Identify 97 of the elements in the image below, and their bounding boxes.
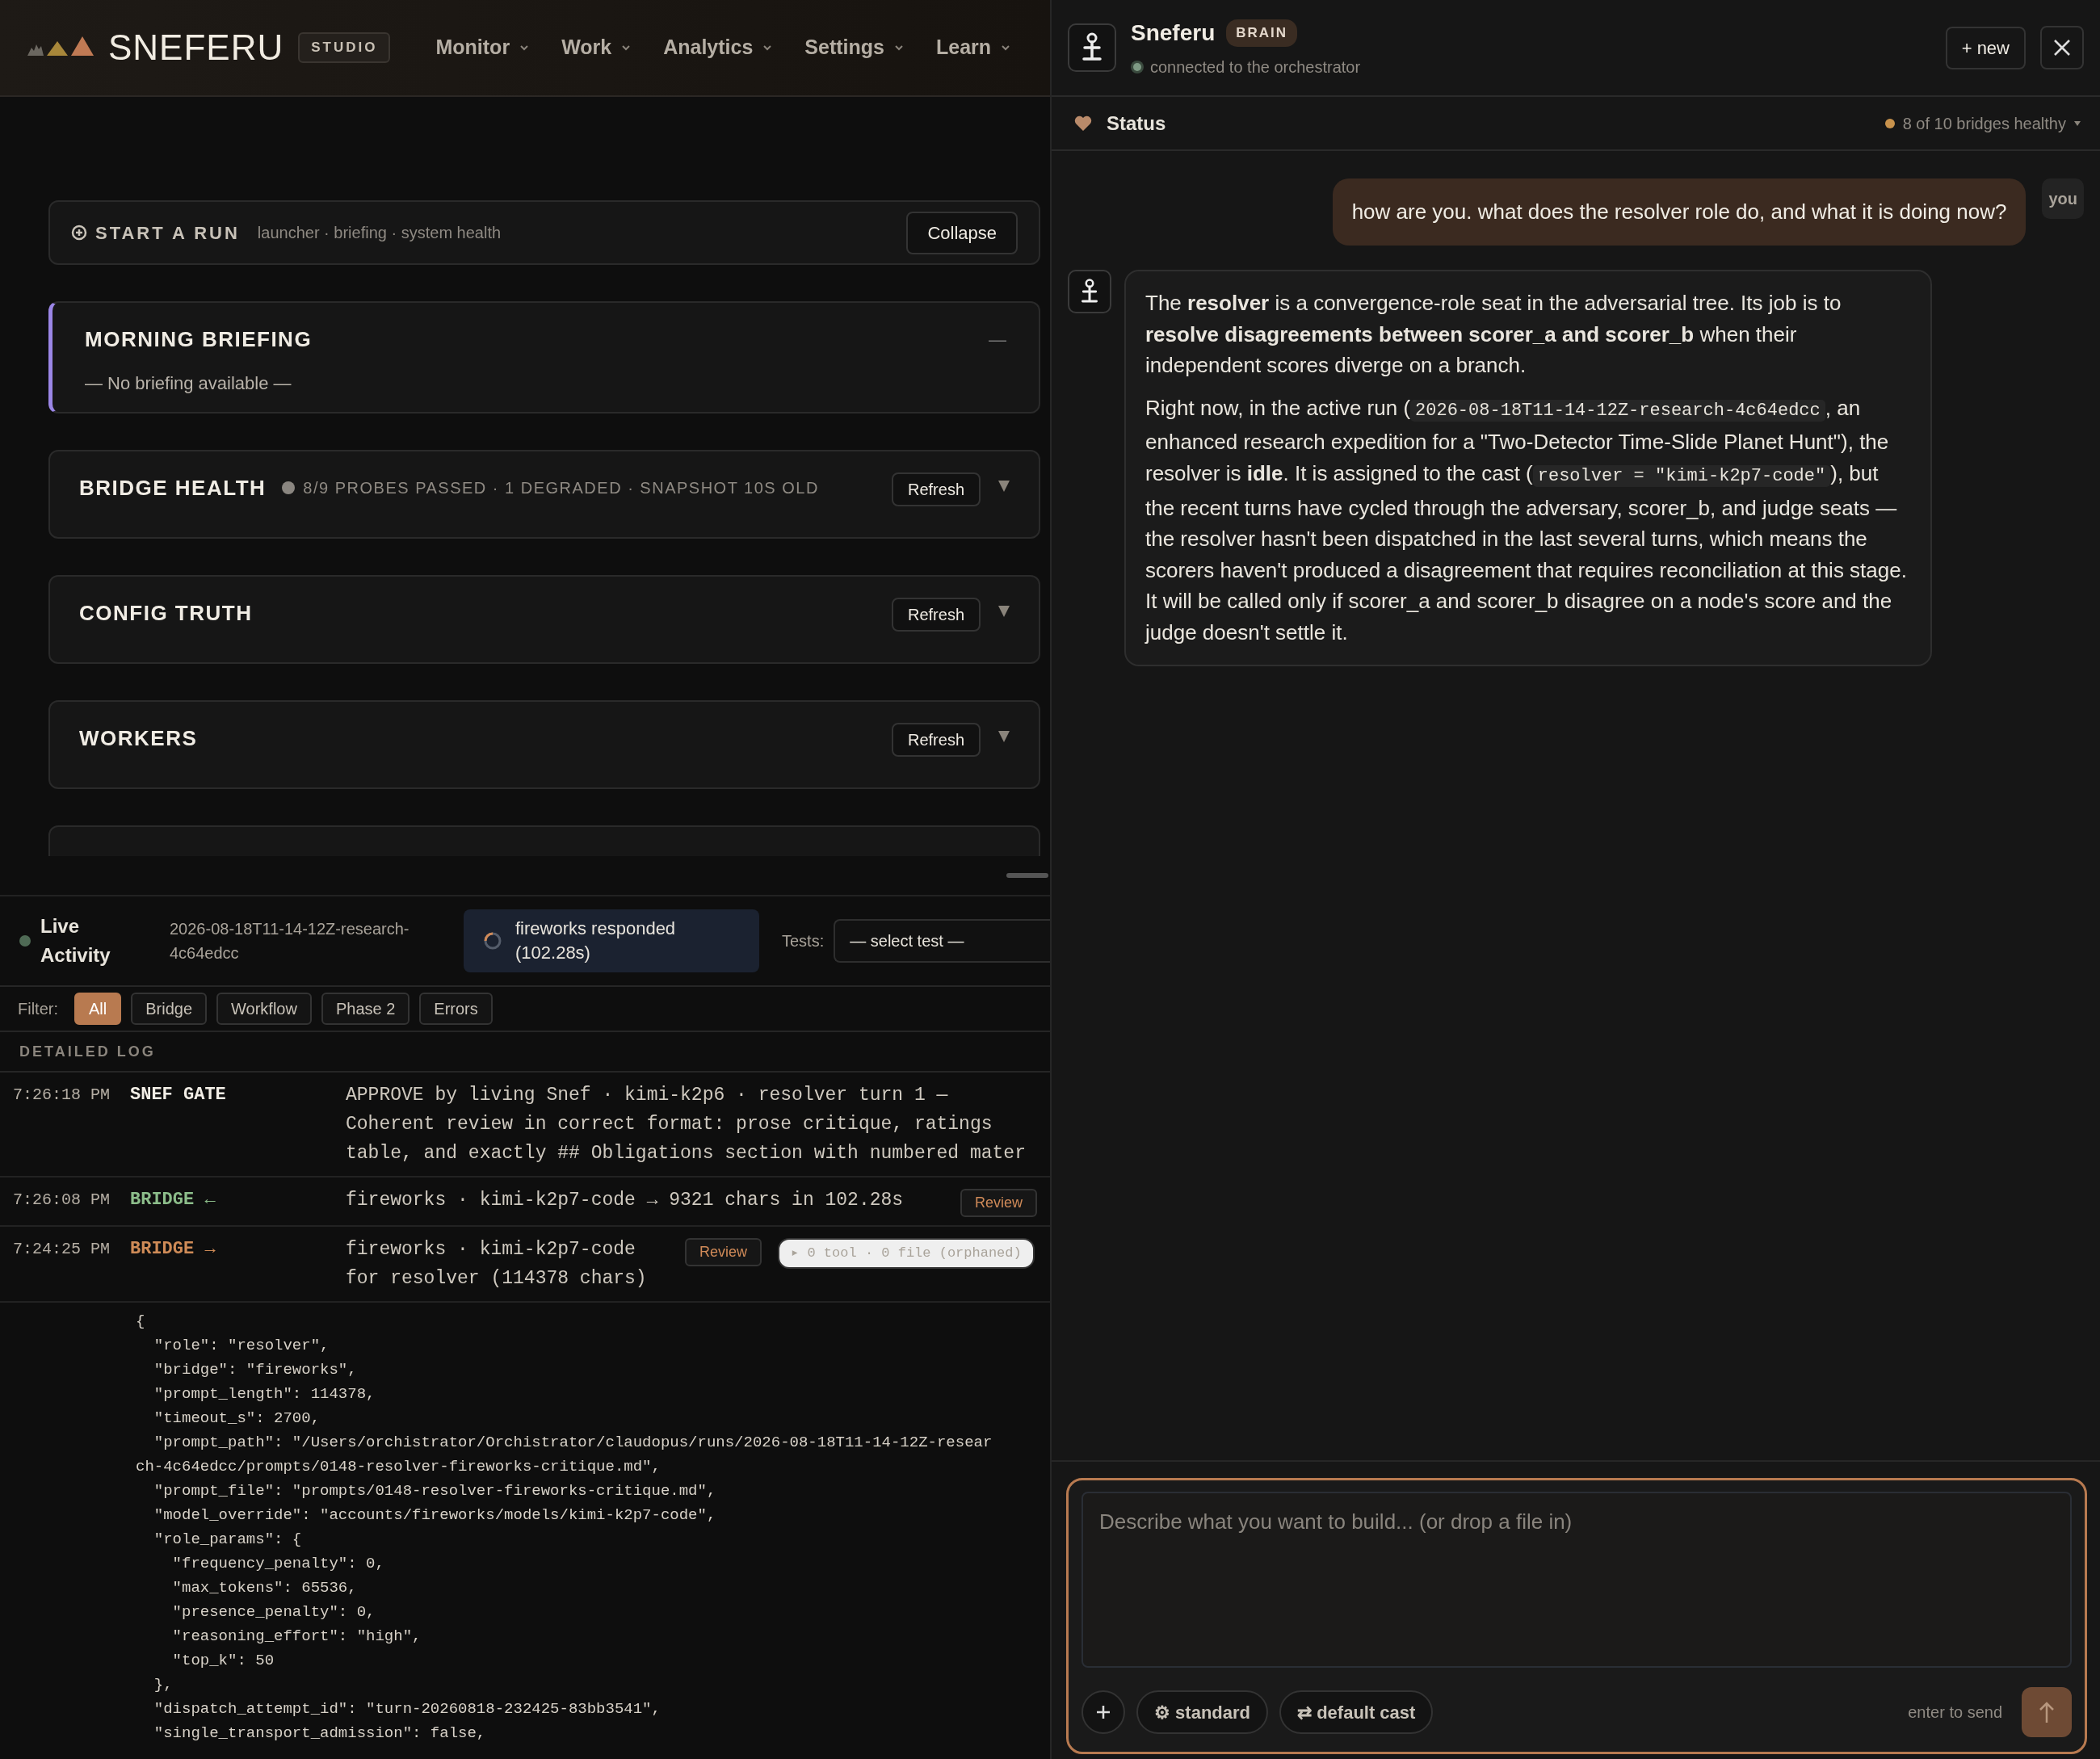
- json-line: "single_transport_admission": false,: [153, 1723, 487, 1744]
- attach-button[interactable]: [1082, 1690, 1125, 1734]
- nav-menu[interactable]: Work: [561, 32, 632, 63]
- json-line: "timeout_s": 2700,: [153, 1408, 321, 1429]
- test-select[interactable]: — select test —: [834, 919, 1050, 963]
- status-label: Status: [1107, 111, 1166, 136]
- plus-circle-icon: [71, 225, 87, 241]
- chevron-down-icon: [519, 44, 530, 51]
- refresh-button[interactable]: Refresh: [891, 598, 981, 632]
- chevron-down-icon: [762, 44, 773, 51]
- refresh-button[interactable]: Refresh: [891, 723, 981, 757]
- assistant-name: Sneferu: [1131, 19, 1216, 47]
- log-message: APPROVE by living Snef · kimi-k2p6 · resolver turn 1 — Coherent review in correct format: prose critique, ratings table, and exactly ## Obligations section with numbered mater: [346, 1084, 1027, 1165]
- chevron-down-icon: [894, 44, 904, 51]
- json-line: "role_params": {: [153, 1530, 303, 1550]
- panel-title: MORNING BRIEFING: [85, 326, 313, 353]
- log-message: fireworks · kimi-k2p7-code → 9321 chars in 102.28s: [346, 1189, 904, 1212]
- launcher-title: START A RUN: [95, 221, 240, 245]
- message-paragraph: The resolver is a convergence-role seat in the adversarial tree. Its job is to resolve disagreements between scorer_a and scorer_b when their independent scores diverge on a branch.: [1145, 290, 1842, 380]
- spinner-icon: [483, 931, 502, 951]
- nav-menu[interactable]: Monitor: [435, 32, 530, 63]
- json-line: "presence_penalty": 0,: [171, 1602, 376, 1623]
- json-line: "max_tokens": 65536,: [171, 1578, 358, 1598]
- json-line: {: [136, 1312, 146, 1332]
- log-time: 7:26:08 PM: [13, 1190, 111, 1211]
- refresh-button[interactable]: Refresh: [891, 472, 981, 506]
- launcher-subtitle: launcher · briefing · system health: [257, 223, 502, 243]
- new-chat-button[interactable]: + new: [1945, 26, 2026, 69]
- panel-title: BRIDGE HEALTH: [79, 475, 267, 502]
- filter-chip[interactable]: Errors: [419, 993, 493, 1025]
- connection-status: connected to the orchestrator: [1150, 57, 1361, 78]
- caret-icon: [998, 606, 1010, 617]
- close-button[interactable]: [2040, 26, 2084, 69]
- json-line: },: [153, 1675, 174, 1695]
- collapse-toggle[interactable]: —: [989, 326, 1006, 353]
- filter-label: Filter:: [18, 999, 58, 1019]
- json-line: "model_override": "accounts/fireworks/models/kimi-k2p7-code",: [153, 1505, 717, 1526]
- message-input[interactable]: Describe what you want to build... (or drop a file in): [1082, 1492, 2072, 1668]
- briefing-text: — No briefing available —: [85, 372, 292, 395]
- caret-icon: [998, 731, 1010, 742]
- message-paragraph: Right now, in the active run ( 2026-08-18T11-14-12Z-research-4c64edcc , an enhanced research expedition for a "Two-Detector Time-Slide Planet Hunt"), the resolver is idle. It is assigned to the cast ( resolver = "kimi-k2p7-code" ), but the recent turns have cycled through the adversary, scorer_b, and judge seats — the resolver hasn't been dispatched in the last several turns, which means the scorers haven't produced a disagreement that requires reconciliation at this stage. It will be called only if scorer_a and scorer_b disagree on a node's score and the judge doesn't settle it.: [1145, 394, 1908, 646]
- tests-label: Tests:: [782, 931, 825, 951]
- live-dot-icon: [19, 935, 31, 947]
- caret-icon: [2074, 120, 2081, 126]
- send-button[interactable]: [2022, 1687, 2072, 1737]
- probe-summary: 8/9 PROBES PASSED · 1 DEGRADED · SNAPSHOT 10S OLD: [303, 478, 819, 498]
- json-line: "reasoning_effort": "high",: [171, 1627, 422, 1647]
- log-heading: DETAILED LOG: [0, 1032, 1050, 1073]
- health-dot-icon: [1884, 118, 1895, 128]
- filter-chip[interactable]: Workflow: [216, 993, 312, 1025]
- json-line: "prompt_path": "/Users/orchistrator/Orchistrator/claudopus/runs/2026-08-18T11-14-12Z-resear: [153, 1433, 993, 1453]
- studio-badge: STUDIO: [298, 32, 391, 63]
- filter-chip[interactable]: Bridge: [131, 993, 208, 1025]
- status-text: fireworks responded (102.28s): [515, 917, 677, 964]
- log-message: fireworks · kimi-k2p7-code for resolver (114378 chars): [346, 1238, 648, 1291]
- log-source: BRIDGE →: [130, 1238, 216, 1261]
- chevron-down-icon: [621, 44, 632, 51]
- nav-menu[interactable]: Learn: [936, 32, 1011, 63]
- json-line: "prompt_length": 114378,: [153, 1384, 376, 1404]
- chevron-down-icon: [1001, 44, 1011, 51]
- filter-chip[interactable]: All: [74, 993, 122, 1025]
- heart-icon: [1074, 114, 1092, 132]
- json-line: "prompt_file": "prompts/0148-resolver-fireworks-critique.md",: [153, 1481, 717, 1501]
- logo-text: SNEFERU: [108, 27, 284, 69]
- sender-tag: you: [2042, 178, 2084, 219]
- json-line: "top_k": 50: [171, 1651, 275, 1671]
- json-line: ch-4c64edcc/prompts/0148-resolver-fireworks-critique.md",: [136, 1457, 662, 1477]
- log-source: SNEF GATE: [130, 1084, 227, 1106]
- caret-icon: [998, 481, 1010, 492]
- filter-chip[interactable]: Phase 2: [321, 993, 410, 1025]
- nav-menu[interactable]: Settings: [804, 32, 904, 63]
- json-line: "bridge": "fireworks",: [153, 1360, 358, 1380]
- status-dot-icon: [282, 481, 296, 494]
- panel-title: WORKERS: [79, 725, 198, 752]
- log-time: 7:24:25 PM: [13, 1239, 111, 1260]
- send-hint: enter to send: [1908, 1702, 2002, 1723]
- user-message: how are you. what does the resolver role do, and what it is doing now?: [1332, 178, 2026, 246]
- log-time: 7:26:18 PM: [13, 1085, 111, 1106]
- mode-button[interactable]: ⚙ standard: [1136, 1690, 1269, 1734]
- close-icon: [2053, 39, 2071, 57]
- review-button[interactable]: Review: [685, 1238, 762, 1266]
- run-id: 2026-08-18T11-14-12Z-research-4c64edcc: [170, 919, 410, 963]
- bridge-health-summary: 8 of 10 bridges healthy: [1902, 113, 2066, 134]
- nav-menu[interactable]: Analytics: [663, 32, 773, 63]
- plus-icon: [1095, 1704, 1111, 1720]
- json-line: "frequency_penalty": 0,: [171, 1554, 385, 1574]
- collapse-button[interactable]: Collapse: [906, 211, 1018, 254]
- review-button[interactable]: Review: [960, 1189, 1037, 1217]
- cast-button[interactable]: ⇄ default cast: [1279, 1690, 1434, 1734]
- log-source: BRIDGE ←: [130, 1189, 216, 1211]
- resize-handle[interactable]: [1006, 873, 1048, 878]
- json-line: "dispatch_attempt_id": "turn-20260818-232425-83bb3541",: [153, 1699, 662, 1719]
- panel-title: CONFIG TRUTH: [79, 600, 253, 627]
- live-activity-title: Live Activity: [40, 914, 111, 968]
- json-line: "role": "resolver",: [153, 1336, 330, 1356]
- brain-badge: BRAIN: [1226, 19, 1298, 47]
- connection-dot-icon: [1131, 61, 1144, 73]
